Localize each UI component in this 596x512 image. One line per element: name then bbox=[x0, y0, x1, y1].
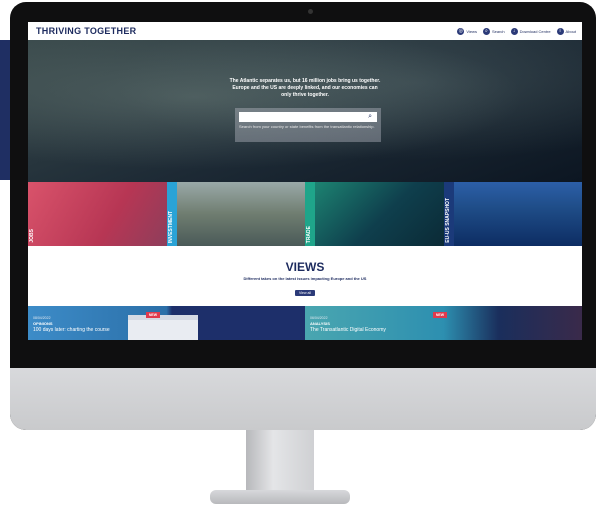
article-cards: NEW 08/04/2022 OPINIONS 100 days later: … bbox=[28, 306, 582, 340]
building-image bbox=[128, 315, 198, 340]
monitor-stand-neck bbox=[246, 430, 314, 496]
tile-label: INVESTMENT bbox=[167, 210, 174, 243]
camera-icon bbox=[308, 9, 313, 14]
card-title: 100 days later: charting the course bbox=[33, 327, 110, 333]
nav-label: Search bbox=[491, 28, 505, 34]
tile-trade[interactable]: TRADE bbox=[305, 182, 444, 246]
views-icon: ◎ bbox=[457, 27, 465, 35]
search-input[interactable]: ⌕ bbox=[239, 112, 377, 122]
monitor-stand-base bbox=[210, 490, 350, 504]
site-header: THRIVING TOGETHER ◎ Views ⌕ Search ↓ Dow… bbox=[28, 22, 582, 40]
browser-screen: THRIVING TOGETHER ◎ Views ⌕ Search ↓ Dow… bbox=[28, 22, 582, 340]
search-icon: ⌕ bbox=[482, 27, 490, 35]
tile-jobs[interactable]: JOBS bbox=[28, 182, 167, 246]
nav-item-download-centre[interactable]: ↓ Download Centre bbox=[510, 27, 551, 35]
nav-item-search[interactable]: ⌕ Search bbox=[482, 27, 505, 35]
search-hint: Search from your country or state benefi… bbox=[239, 124, 375, 129]
article-card[interactable]: NEW 06/04/2022 ANALYSIS The Transatlanti… bbox=[305, 306, 582, 340]
download-icon: ↓ bbox=[510, 27, 518, 35]
card-date: 08/04/2022 bbox=[33, 316, 51, 320]
nav-label: About bbox=[565, 28, 576, 34]
card-category: ANALYSIS bbox=[310, 321, 330, 326]
new-badge: NEW bbox=[146, 312, 160, 318]
hero-text: The Atlantic separates us, but 16 millio… bbox=[229, 78, 381, 98]
new-badge: NEW bbox=[433, 312, 447, 318]
view-all-button[interactable]: View all bbox=[295, 290, 315, 296]
main-nav: ◎ Views ⌕ Search ↓ Download Centre i Abo… bbox=[457, 27, 582, 35]
search-panel: ⌕ Search from your country or state bene… bbox=[235, 108, 381, 142]
tile-investment[interactable]: INVESTMENT bbox=[166, 182, 305, 246]
nav-label: Views bbox=[466, 28, 477, 34]
card-date: 06/04/2022 bbox=[310, 316, 328, 320]
tile-label: TRADE bbox=[306, 225, 312, 243]
topic-tiles: JOBS INVESTMENT TRADE EU-US SNAPSHOT bbox=[28, 182, 582, 246]
views-title: VIEWS bbox=[285, 260, 325, 274]
about-icon: i bbox=[556, 27, 564, 35]
views-subtitle: Different takes on the latest issues imp… bbox=[243, 276, 367, 281]
tile-label: JOBS bbox=[29, 229, 35, 243]
nav-item-about[interactable]: i About bbox=[556, 27, 576, 35]
card-category: OPINIONS bbox=[33, 321, 53, 326]
tile-label: EU-US SNAPSHOT bbox=[444, 198, 451, 243]
tile-eu-us-snapshot[interactable]: EU-US SNAPSHOT bbox=[443, 182, 582, 246]
monitor-chin bbox=[10, 368, 596, 430]
site-logo[interactable]: THRIVING TOGETHER bbox=[28, 26, 136, 36]
nav-label: Download Centre bbox=[519, 28, 551, 34]
article-card[interactable]: NEW 08/04/2022 OPINIONS 100 days later: … bbox=[28, 306, 305, 340]
nav-item-views[interactable]: ◎ Views bbox=[457, 27, 477, 35]
hero-banner: The Atlantic separates us, but 16 millio… bbox=[28, 40, 582, 182]
search-icon[interactable]: ⌕ bbox=[368, 112, 372, 122]
views-section: VIEWS Different takes on the latest issu… bbox=[28, 246, 582, 306]
card-title: The Transatlantic Digital Economy bbox=[310, 327, 386, 333]
